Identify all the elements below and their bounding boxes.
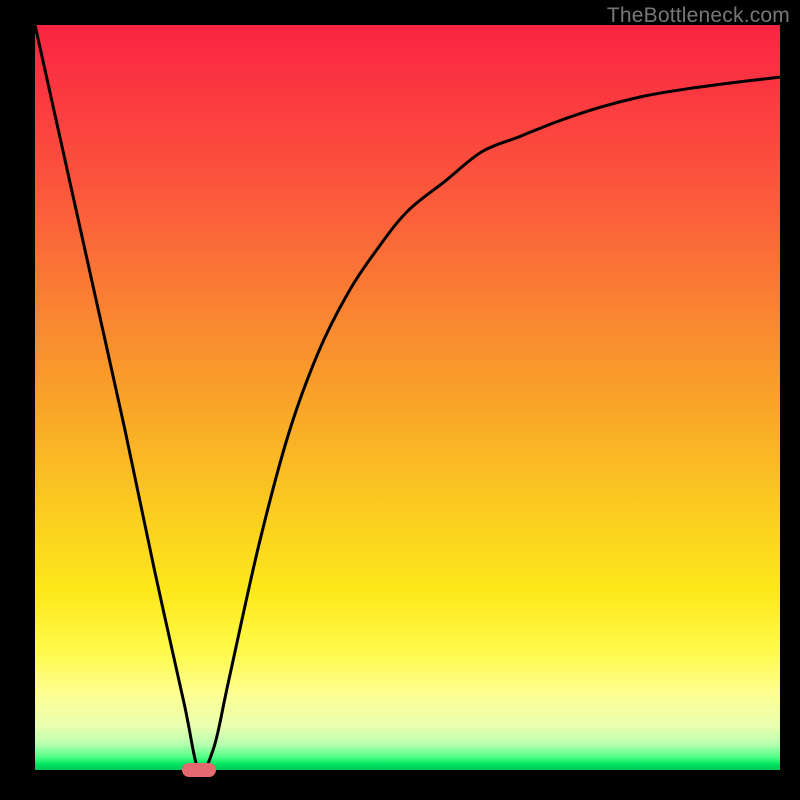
optimal-point-marker [182,763,216,777]
curve-svg [35,25,780,770]
bottleneck-curve [35,25,780,772]
plot-area [35,25,780,770]
chart-frame: TheBottleneck.com [0,0,800,800]
